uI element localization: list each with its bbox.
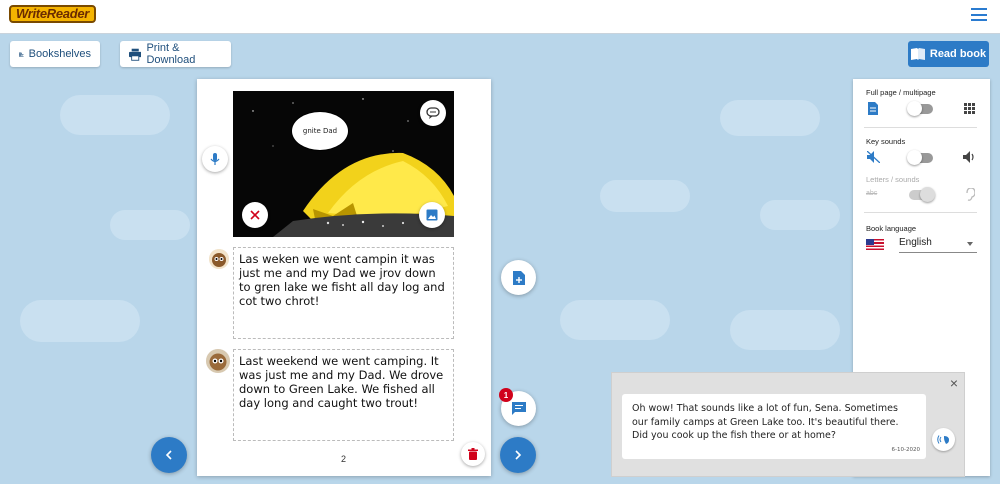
comment-popup: × Oh wow! That sounds like a lot of fun,… <box>611 372 965 477</box>
bookshelves-icon <box>19 51 24 57</box>
document-icon <box>868 102 878 115</box>
change-photo-button[interactable] <box>419 202 445 228</box>
speech-bubble-button[interactable] <box>420 100 446 126</box>
comment-date: 6-10-2020 <box>891 446 920 453</box>
comment-text: Oh wow! That sounds like a lot of fun, S… <box>632 403 899 441</box>
app-logo[interactable]: WriteReader <box>9 5 97 23</box>
bookshelves-label: Bookshelves <box>28 48 91 60</box>
book-language-value: English <box>899 237 932 248</box>
ear-icon <box>966 188 975 201</box>
previous-page-button[interactable] <box>151 437 187 473</box>
add-page-button[interactable] <box>501 260 536 295</box>
add-page-icon <box>512 270 525 285</box>
letters-sounds-label: Letters / sounds <box>866 175 920 184</box>
background-cloud <box>110 210 190 240</box>
background-cloud <box>720 100 820 136</box>
speak-icon <box>936 435 949 444</box>
print-download-label: Print & Download <box>146 42 196 66</box>
book-open-icon <box>910 48 925 60</box>
menu-icon[interactable] <box>971 8 987 21</box>
page-number: 2 <box>341 454 347 464</box>
full-page-label: Full page / multipage <box>866 88 936 97</box>
full-page-toggle[interactable] <box>907 101 933 116</box>
background-cloud <box>560 300 670 340</box>
top-bar: WriteReader <box>0 0 1000 34</box>
chevron-left-icon <box>165 450 172 460</box>
key-sounds-toggle[interactable] <box>907 150 933 165</box>
letters-sounds-toggle[interactable] <box>909 187 935 202</box>
read-book-button[interactable]: Read book <box>908 41 989 67</box>
book-language-select[interactable]: English <box>899 237 977 253</box>
speech-bubble-icon <box>426 106 440 119</box>
divider <box>864 127 977 128</box>
abc-icon: abc <box>866 190 878 197</box>
remove-photo-button[interactable] <box>242 202 268 228</box>
volume-off-icon <box>867 151 880 163</box>
delete-page-button[interactable] <box>461 442 485 466</box>
comment-icon <box>511 402 526 415</box>
image-icon <box>426 209 438 221</box>
comments-count-badge: 1 <box>499 388 513 402</box>
grid-icon <box>964 103 975 114</box>
background-cloud <box>760 200 840 230</box>
read-book-label: Read book <box>929 48 987 60</box>
comment-message: Oh wow! That sounds like a lot of fun, S… <box>622 394 926 459</box>
background-cloud <box>600 180 690 212</box>
microphone-icon <box>210 152 220 165</box>
chevron-down-icon <box>967 242 973 246</box>
record-audio-button[interactable] <box>202 146 228 172</box>
background-cloud <box>20 300 140 342</box>
child-avatar <box>209 249 229 269</box>
chevron-right-icon <box>515 450 522 460</box>
background-cloud <box>730 310 840 350</box>
bookshelves-button[interactable]: Bookshelves <box>10 41 100 67</box>
volume-on-icon <box>963 151 974 163</box>
child-text-box[interactable]: Las weken we went campin it was just me … <box>233 247 454 339</box>
close-icon[interactable]: × <box>950 376 958 390</box>
printer-icon <box>129 48 142 61</box>
next-page-button[interactable] <box>500 437 536 473</box>
close-x-icon <box>250 210 260 220</box>
trash-icon <box>468 448 478 460</box>
us-flag-icon <box>866 239 884 250</box>
read-aloud-button[interactable] <box>932 428 955 451</box>
teacher-avatar <box>206 349 230 373</box>
key-sounds-label: Key sounds <box>866 137 906 146</box>
background-cloud <box>60 95 170 135</box>
page-photo[interactable]: gnite Dad <box>233 91 454 237</box>
adult-text-box[interactable]: Last weekend we went camping. It was jus… <box>233 349 454 441</box>
book-language-label: Book language <box>866 224 917 233</box>
divider <box>864 212 977 213</box>
book-page: gnite Dad Las weken we went campin it wa… <box>197 79 491 476</box>
print-download-button[interactable]: Print & Download <box>120 41 231 67</box>
speech-bubble[interactable]: gnite Dad <box>291 111 349 151</box>
